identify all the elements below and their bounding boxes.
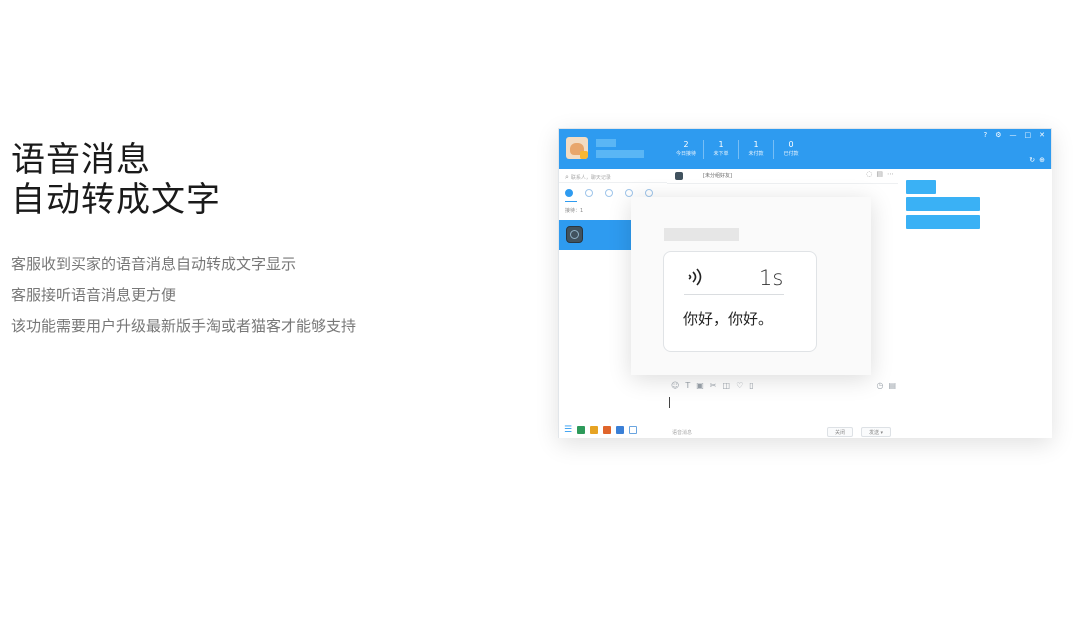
active-tab-indicator <box>565 201 577 202</box>
add-icon[interactable]: ⊕ <box>1039 156 1045 164</box>
divider <box>559 182 667 183</box>
stat-label: 未下单 <box>713 151 729 157</box>
headline-line-1: 语音消息 <box>11 140 151 180</box>
tab-chat-icon[interactable] <box>565 189 573 197</box>
input-hint: 语音消息 <box>672 430 693 436</box>
tab-user-icon[interactable] <box>645 189 653 197</box>
font-icon[interactable]: T <box>685 381 690 390</box>
stat-today-served[interactable]: 2 今日接待 <box>669 140 704 159</box>
window-controls: ? ⚙ — □ ✕ <box>984 131 1046 139</box>
chat-avatar <box>675 172 683 180</box>
more-icon[interactable]: ⋯ <box>887 170 894 178</box>
stat-value: 1 <box>753 140 759 149</box>
sender-placeholder <box>664 228 739 241</box>
input-toolbar-right: ◷ ▤ <box>876 381 896 390</box>
app-icon-2[interactable] <box>590 426 599 434</box>
info-block-2 <box>906 197 980 211</box>
username-placeholder <box>596 139 616 147</box>
stats-bar: 2 今日接待 1 未下单 1 未付款 0 已付款 <box>669 140 808 159</box>
menu-icon[interactable]: ☰ <box>564 425 572 435</box>
stat-label: 未付款 <box>748 151 764 157</box>
clock-icon[interactable]: ◷ <box>876 381 883 390</box>
maximize-button[interactable]: □ <box>1025 131 1032 139</box>
minimize-button[interactable]: — <box>1010 131 1017 139</box>
receiving-count: 接待：1 <box>565 208 584 214</box>
app-icon-4[interactable] <box>616 426 625 434</box>
top-bar: 2 今日接待 1 未下单 1 未付款 0 已付款 ? ⚙ — □ ✕ ↻ ⊕ <box>559 129 1051 169</box>
stat-value: 1 <box>718 140 724 149</box>
search-icon: ⌕ <box>565 173 569 181</box>
voice-message-card: 1s 你好，你好。 <box>631 197 871 375</box>
info-block-3 <box>906 215 980 229</box>
avatar-badge <box>580 151 588 159</box>
description-line-1: 客服收到买家的语音消息自动转成文字显示 <box>11 255 297 273</box>
app-icon-1[interactable] <box>577 426 586 434</box>
description: 客服收到买家的语音消息自动转成文字显示 客服接听语音消息更方便 该功能需要用户升… <box>11 252 356 345</box>
search-placeholder: 联系人，聊天记录 <box>570 175 611 181</box>
stat-label: 已付款 <box>783 151 799 157</box>
shopname-placeholder <box>596 150 644 158</box>
voice-duration: 1s <box>759 266 784 290</box>
calendar-icon[interactable]: ▤ <box>876 170 883 178</box>
tab-recent-icon[interactable] <box>585 189 593 197</box>
chat-header-icons: ◌ ▤ ⋯ <box>866 170 894 178</box>
stat-label: 今日接待 <box>675 151 696 157</box>
text-caret <box>669 397 670 408</box>
chat-title: [未分组好友] <box>703 173 732 179</box>
bubble-divider <box>684 294 784 295</box>
emoji-icon[interactable]: ☺ <box>671 381 679 390</box>
voice-icon <box>688 268 702 286</box>
stat-unpaid[interactable]: 1 未付款 <box>739 140 774 159</box>
close-button[interactable]: ✕ <box>1039 131 1045 139</box>
tab-contacts-icon[interactable] <box>605 189 613 197</box>
tab-group-icon[interactable] <box>625 189 633 197</box>
stat-paid[interactable]: 0 已付款 <box>774 140 808 159</box>
description-line-3: 该功能需要用户升级最新版手淘或者猫客才能够支持 <box>11 317 357 335</box>
close-chat-button[interactable]: 关闭 <box>827 427 853 437</box>
history-icon[interactable]: ▤ <box>888 381 896 390</box>
avatar-glyph <box>570 230 579 239</box>
image-icon[interactable]: ▣ <box>696 381 704 390</box>
app-icon-3[interactable] <box>603 426 612 434</box>
info-panel <box>898 169 1052 438</box>
stat-value: 0 <box>788 140 794 149</box>
chat-header: [未分组好友] ◌ ▤ ⋯ <box>667 169 898 184</box>
shake-icon[interactable]: ◫ <box>723 381 731 390</box>
help-icon[interactable]: ? <box>984 131 988 139</box>
contact-avatar <box>566 226 583 243</box>
headline: 语音消息 自动转成文字 <box>11 140 221 220</box>
file-icon[interactable]: ▯ <box>749 381 753 390</box>
message-icon[interactable]: ◌ <box>866 170 872 178</box>
transcribed-text: 你好，你好。 <box>683 310 774 328</box>
stat-not-ordered[interactable]: 1 未下单 <box>704 140 739 159</box>
voice-message-bubble[interactable]: 1s 你好，你好。 <box>663 251 817 352</box>
headline-line-2: 自动转成文字 <box>11 180 221 220</box>
refresh-icon[interactable]: ↻ <box>1029 156 1035 164</box>
input-toolbar: ☺ T ▣ ✂ ◫ ♡ ▯ <box>671 381 754 390</box>
settings-icon[interactable]: ⚙ <box>995 131 1001 139</box>
top-right-tools: ↻ ⊕ <box>1029 156 1045 164</box>
bottom-toolbar: ☰ <box>564 425 638 435</box>
info-block-1 <box>906 180 936 194</box>
heart-icon[interactable]: ♡ <box>736 381 743 390</box>
send-button[interactable]: 发送 ▾ <box>861 427 891 437</box>
scissors-icon[interactable]: ✂ <box>710 381 717 390</box>
panel-tabs <box>565 189 653 197</box>
user-avatar[interactable] <box>566 137 588 159</box>
description-line-2: 客服接听语音消息更方便 <box>11 286 177 304</box>
search-box[interactable]: ⌕ 联系人，聊天记录 <box>565 173 611 182</box>
window-icon[interactable] <box>629 426 638 434</box>
stat-value: 2 <box>683 140 689 149</box>
